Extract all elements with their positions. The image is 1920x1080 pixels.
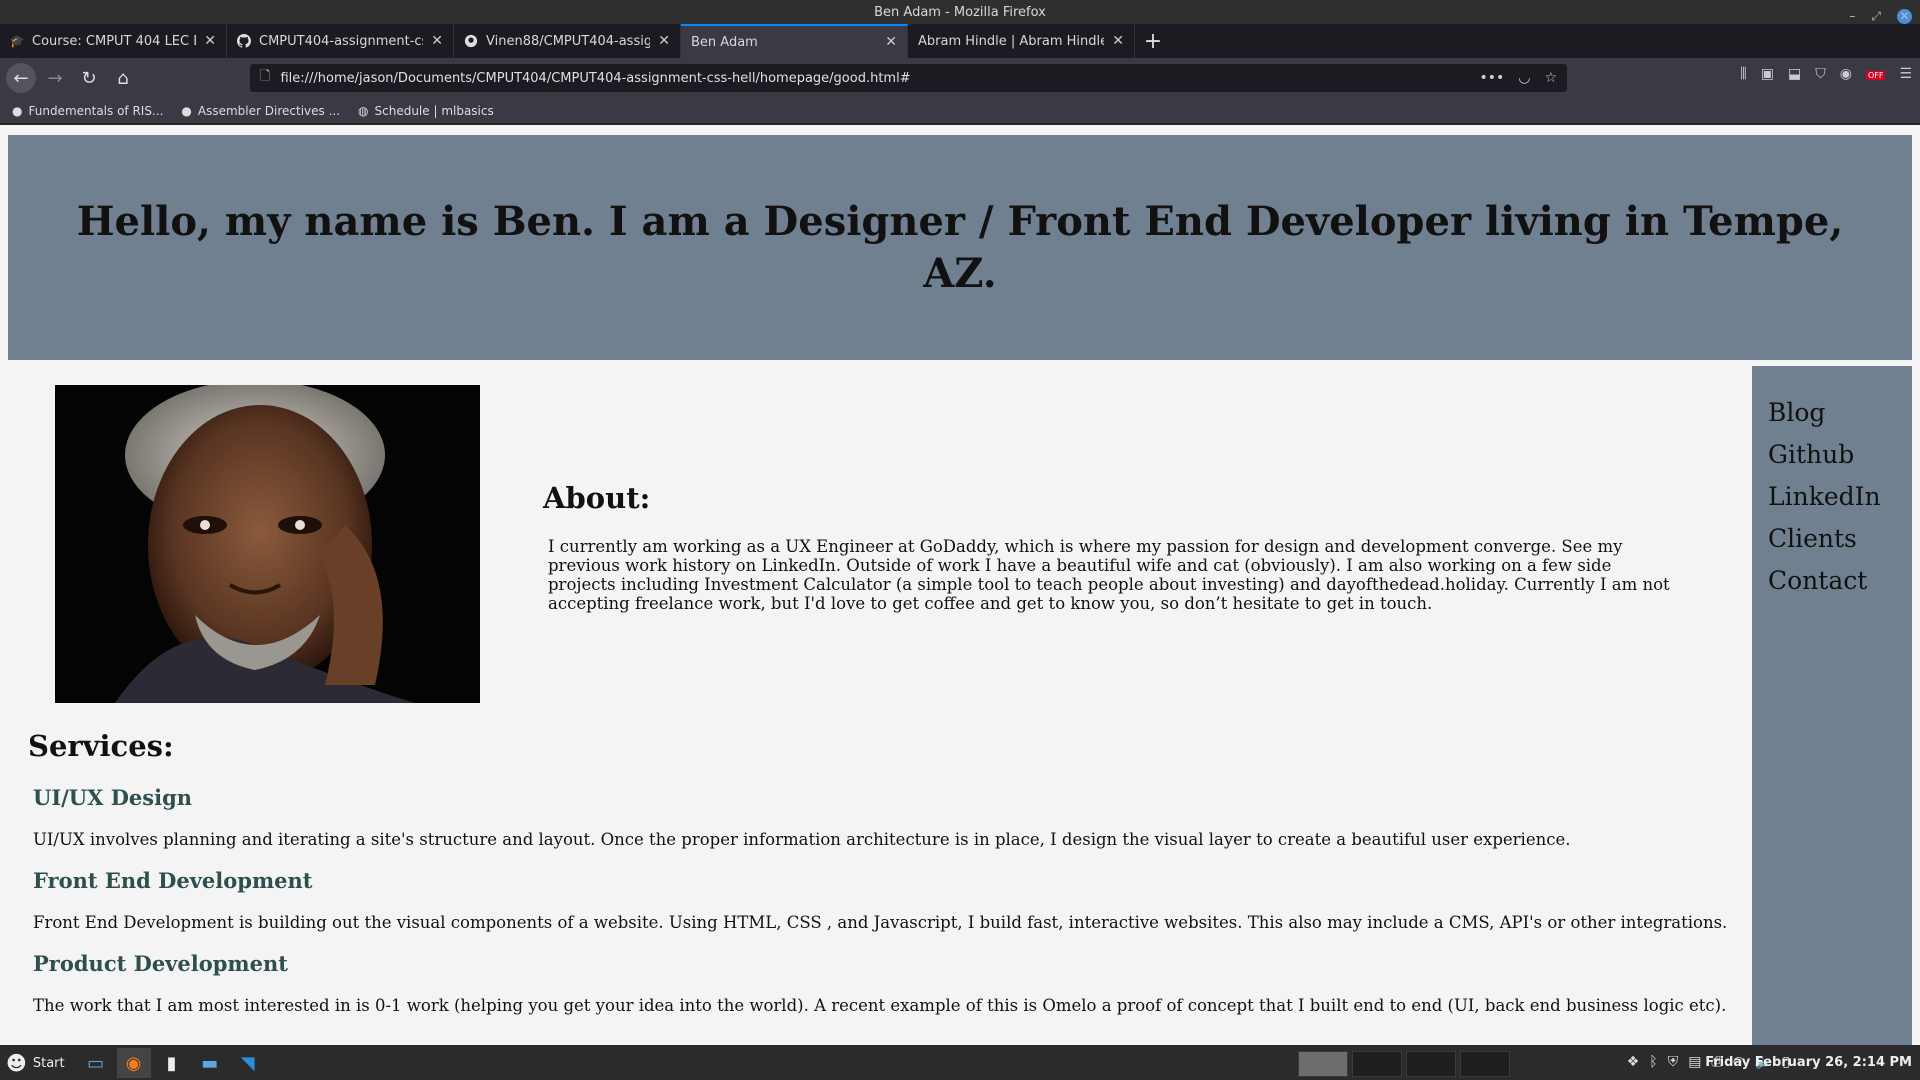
extension-off-icon[interactable]: OFF [1865, 66, 1886, 82]
dropbox-icon[interactable]: ❖ [1627, 1054, 1640, 1070]
firefox-icon[interactable]: ◉ [116, 1048, 151, 1078]
clock[interactable]: Friday February 26, 2:14 PM [1705, 1055, 1912, 1070]
pocket-icon[interactable]: ◡ [1518, 70, 1530, 86]
services-heading: Services: [28, 729, 174, 763]
close-tab-icon[interactable]: ✕ [658, 33, 670, 49]
nav-link-github[interactable]: Github [1752, 434, 1912, 476]
globe-icon: ◍ [358, 103, 369, 118]
menu-icon[interactable]: ☰ [1899, 66, 1912, 82]
workspace-2[interactable] [1352, 1051, 1402, 1077]
close-tab-icon[interactable]: ✕ [431, 33, 443, 49]
extension-icon[interactable]: ◉ [1840, 66, 1852, 82]
folder-icon[interactable]: ▬ [193, 1048, 227, 1078]
reload-button[interactable]: ↻ [74, 63, 104, 93]
workspace-4[interactable] [1460, 1051, 1510, 1077]
url-actions: ••• ◡ ☆ [1479, 70, 1567, 86]
bookmark-star-icon[interactable]: ☆ [1544, 70, 1557, 86]
page-actions-icon[interactable]: ••• [1479, 70, 1504, 86]
forward-button[interactable]: → [40, 63, 70, 93]
nav-link-clients[interactable]: Clients [1752, 518, 1912, 560]
tab-vinen88-repo[interactable]: Vinen88/CMPUT404-assignm ✕ [454, 24, 681, 58]
bookmark-label: Assembler Directives ... [197, 103, 341, 118]
github-icon [237, 34, 251, 48]
service-title: UI/UX Design [33, 785, 193, 810]
url-text[interactable]: file:///home/jason/Documents/CMPUT404/CM… [280, 71, 910, 86]
page-icon: 🗋 [260, 69, 271, 84]
hero-heading: Hello, my name is Ben. I am a Designer /… [76, 197, 1844, 297]
shield-icon[interactable]: ⛨ [1668, 1054, 1679, 1070]
nav-link-blog[interactable]: Blog [1752, 392, 1912, 434]
page-viewport: Hello, my name is Ben. I am a Designer /… [0, 125, 1920, 1045]
service-description: Front End Development is building out th… [33, 913, 1728, 932]
close-tab-icon[interactable]: ✕ [204, 33, 216, 49]
nav-link-contact[interactable]: Contact [1752, 560, 1912, 602]
hero-banner: Hello, my name is Ben. I am a Designer /… [8, 135, 1912, 360]
start-label: Start [32, 1055, 65, 1071]
github-icon: ● [181, 103, 192, 118]
service-title: Product Development [33, 951, 288, 976]
tab-abram-hindle[interactable]: Abram Hindle | Abram Hindle's ✕ [908, 24, 1135, 58]
service-title: Front End Development [33, 868, 313, 893]
workspace-switcher [1298, 1051, 1510, 1077]
clipboard-icon[interactable]: ▤ [1688, 1054, 1701, 1070]
tab-bar: 🎓 Course: CMPUT 404 LEC B1 ✕ CMPUT404-as… [0, 24, 1920, 58]
bookmark-item[interactable]: ● Fundementals of RIS... [12, 104, 163, 118]
toolbar-right: ⫼ ▣ ⬓ ⛉ ◉ OFF ☰ [1740, 66, 1912, 82]
tab-label: CMPUT404-assignment-css [259, 33, 424, 49]
github-icon [464, 34, 478, 48]
close-window-icon[interactable]: ✕ [1897, 8, 1912, 24]
bookmark-label: Fundementals of RIS... [28, 103, 164, 118]
screenshot-icon[interactable]: ⬓ [1788, 66, 1801, 82]
library-icon[interactable]: ⫼ [1740, 66, 1746, 82]
about-heading: About: [543, 481, 651, 515]
tab-label: Course: CMPUT 404 LEC B1 [32, 33, 197, 49]
tab-label: Vinen88/CMPUT404-assignm [486, 33, 650, 49]
bluetooth-icon[interactable]: ᛒ [1649, 1054, 1657, 1070]
profile-photo [55, 385, 480, 703]
terminal-icon[interactable]: ▮ [155, 1048, 189, 1078]
window-titlebar: Ben Adam - Mozilla Firefox – ⤢ ✕ [0, 0, 1920, 24]
window-title: Ben Adam - Mozilla Firefox [874, 5, 1046, 20]
workspace-1[interactable] [1298, 1051, 1348, 1077]
tab-assignment-css[interactable]: CMPUT404-assignment-css ✕ [227, 24, 454, 58]
file-manager-icon[interactable]: ▭ [79, 1048, 113, 1078]
back-button[interactable]: ← [6, 63, 36, 93]
portrait-image [55, 385, 480, 703]
github-icon: ● [12, 103, 23, 118]
tab-course-cmput404[interactable]: 🎓 Course: CMPUT 404 LEC B1 ✕ [0, 24, 227, 58]
navigation-bar: ← → ↻ ⌂ 🗋 file:///home/jason/Documents/C… [0, 58, 1920, 98]
bookmarks-bar: ● Fundementals of RIS... ● Assembler Dir… [0, 98, 1920, 124]
service-description: The work that I am most interested in is… [33, 996, 1727, 1015]
taskbar: ☻ Start ▭ ◉ ▮ ▬ ◥ ❖ ᛒ ⛨ ▤ ⎙ ◠ 🔈 ▯ Friday… [0, 1046, 1920, 1080]
bookmark-label: Schedule | mlbasics [374, 103, 494, 118]
nav-link-linkedin[interactable]: LinkedIn [1752, 476, 1912, 518]
new-tab-button[interactable]: + [1135, 24, 1171, 58]
start-button[interactable]: ☻ Start [0, 1051, 65, 1075]
ublock-icon[interactable]: ⛉ [1815, 66, 1826, 82]
service-description: UI/UX involves planning and iterating a … [33, 830, 1571, 849]
workspace-3[interactable] [1406, 1051, 1456, 1077]
tab-label: Ben Adam [691, 34, 758, 50]
start-menu-icon: ☻ [6, 1051, 27, 1075]
close-tab-icon[interactable]: ✕ [885, 34, 897, 50]
tab-label: Abram Hindle | Abram Hindle's [918, 33, 1105, 49]
bookmark-item[interactable]: ◍ Schedule | mlbasics [358, 104, 494, 118]
url-bar[interactable]: 🗋 file:///home/jason/Documents/CMPUT404/… [250, 64, 1567, 92]
tab-ben-adam[interactable]: Ben Adam ✕ [681, 24, 908, 58]
vscode-icon[interactable]: ◥ [231, 1048, 265, 1078]
bookmark-item[interactable]: ● Assembler Directives ... [181, 104, 340, 118]
about-paragraph: I currently am working as a UX Engineer … [548, 537, 1670, 613]
moodle-icon: 🎓 [9, 34, 25, 48]
home-button[interactable]: ⌂ [108, 63, 138, 93]
sidebar-nav: Blog Github LinkedIn Clients Contact [1752, 366, 1912, 1045]
close-tab-icon[interactable]: ✕ [1112, 33, 1124, 49]
sidebar-icon[interactable]: ▣ [1761, 66, 1774, 82]
